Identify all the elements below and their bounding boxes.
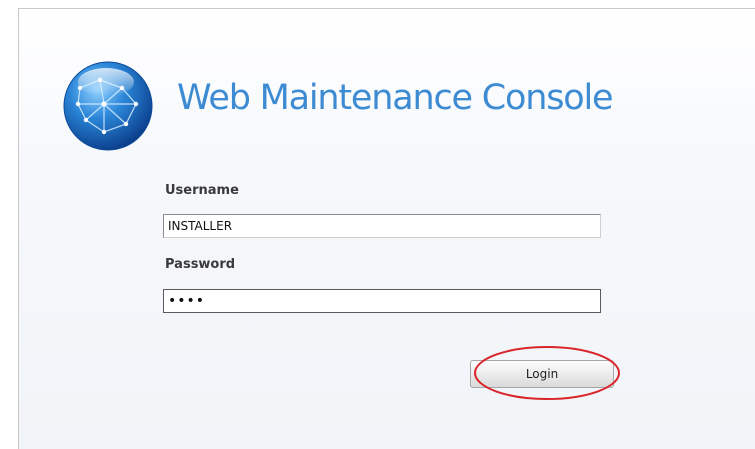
password-input[interactable]: [163, 289, 601, 313]
username-label: Username: [165, 183, 239, 198]
login-button[interactable]: Login: [470, 360, 614, 388]
app-title: Web Maintenance Console: [177, 78, 613, 118]
username-input[interactable]: [163, 214, 601, 238]
password-label: Password: [165, 257, 236, 272]
globe-network-icon: [63, 61, 153, 151]
